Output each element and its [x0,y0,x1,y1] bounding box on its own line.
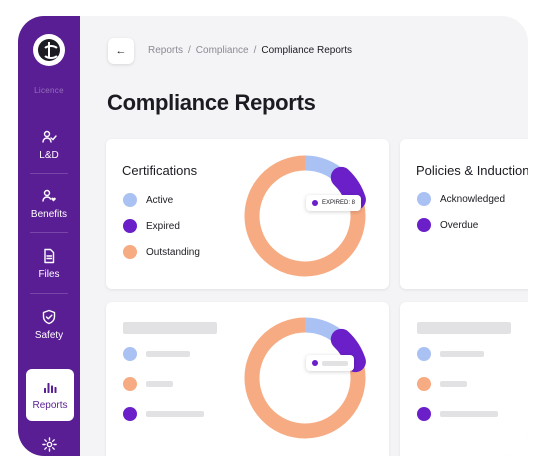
card-title: Certifications [122,163,198,178]
legend-item-outstanding: Outstanding [123,245,200,259]
label-placeholder [146,381,173,387]
outstanding-swatch [123,377,137,391]
sidebar-item-files[interactable]: Files [18,238,80,290]
outstanding-swatch [123,245,137,259]
loading-card [400,302,528,456]
divider [30,173,68,174]
sidebar-item-licence: Licence [34,86,64,95]
legend-label: Outstanding [146,246,200,258]
sidebar-item-learning[interactable]: L&D [18,119,80,171]
expired-swatch [417,407,431,421]
label-placeholder [146,411,204,417]
learning-icon [42,130,57,143]
expired-swatch [123,407,137,421]
breadcrumb-current: Compliance Reports [261,45,352,56]
breadcrumb-separator: / [253,45,257,56]
label-placeholder [440,411,498,417]
active-swatch [417,347,431,361]
sidebar: Licence L&D Benefits Files Safety Report… [18,16,80,456]
sidebar-item-label: Reports [32,400,68,411]
breadcrumb-reports[interactable]: Reports [148,45,183,56]
sidebar-item-benefits[interactable]: Benefits [18,178,80,230]
legend-label: Active [146,194,174,206]
logo[interactable] [33,34,65,66]
legend-item-acknowledged: Acknowledged [417,192,505,206]
sidebar-item-reports[interactable]: Reports [26,369,74,421]
gear-icon[interactable] [42,437,57,452]
active-swatch [123,193,137,207]
card-title: Policies & Inductions [416,163,528,178]
breadcrumb-compliance[interactable]: Compliance [196,45,249,56]
page-title: Compliance Reports [107,90,316,115]
back-button[interactable]: ← [108,38,134,64]
divider [30,232,68,233]
skeleton-donut-chart[interactable] [242,315,368,441]
expired-tooltip: EXPIRED: 8 [306,195,362,211]
loading-card [106,302,389,456]
legend-item-expired: Expired [123,219,180,233]
label-placeholder [146,351,190,357]
expired-swatch [123,219,137,233]
policies-card: Policies & Inductions Acknowledged Overd… [400,139,528,289]
sidebar-item-label: Benefits [30,209,68,220]
certifications-donut-chart[interactable] [242,153,368,279]
divider [30,293,68,294]
legend-item-overdue: Overdue [417,218,478,232]
legend-label: Overdue [440,219,479,231]
breadcrumb: Reports / Compliance / Compliance Reports [148,45,352,56]
bar-chart-icon [44,383,57,393]
legend-item-active: Active [123,193,173,207]
tooltip-placeholder [306,355,354,371]
sidebar-item-label: Files [38,269,60,280]
sidebar-item-label: L&D [39,150,59,161]
breadcrumb-separator: / [188,45,191,56]
legend-label: Expired [146,220,180,232]
sidebar-item-safety[interactable]: Safety [18,299,80,351]
title-placeholder [123,322,217,334]
back-arrow-icon: ← [115,45,127,57]
app-window: Licence L&D Benefits Files Safety Report… [18,16,528,456]
title-placeholder [417,322,511,334]
certifications-card: Certifications Active Expired Outstandin… [106,139,389,289]
sidebar-item-label: Safety [34,330,64,341]
overdue-swatch [417,218,431,232]
active-swatch [123,347,137,361]
file-icon [44,248,55,264]
legend-label: Acknowledged [440,193,506,205]
benefits-icon [42,189,56,202]
tooltip-text: EXPIRED: 8 [322,200,356,206]
outstanding-swatch [417,377,431,391]
shield-icon [42,309,56,325]
label-placeholder [440,381,467,387]
label-placeholder [440,351,484,357]
acknowledged-swatch [417,192,431,206]
